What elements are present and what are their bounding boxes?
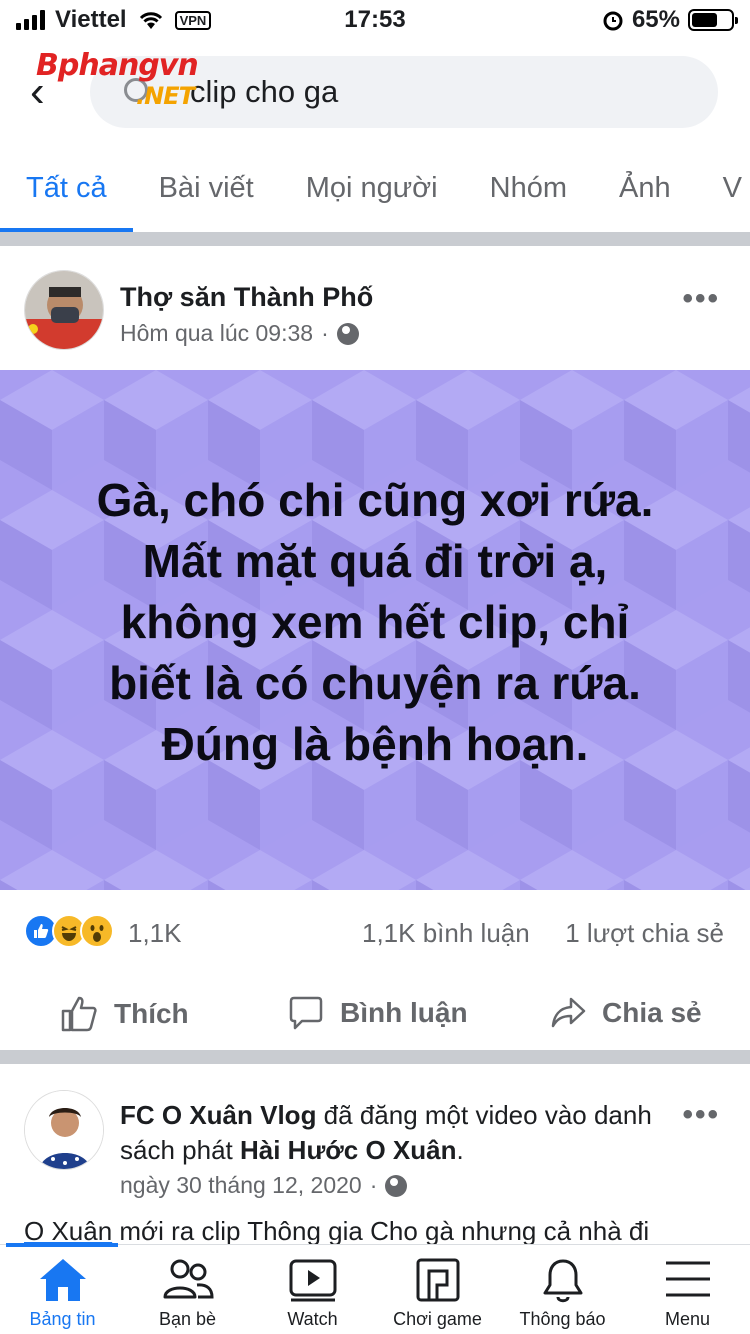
- wow-reaction-icon: [80, 914, 114, 948]
- reaction-summary: 1,1K 1,1K bình luận 1 lượt chia sẻ: [24, 912, 724, 954]
- nav-friends[interactable]: Bạn bè: [125, 1245, 250, 1334]
- gaming-icon: [416, 1258, 459, 1302]
- mention-link[interactable]: O Xuân: [24, 1216, 112, 1246]
- card-line: Đúng là bệnh hoạn.: [161, 718, 589, 770]
- tab-posts[interactable]: Bài viết: [133, 150, 280, 232]
- battery-percent: 65%: [631, 6, 680, 33]
- post-card-text: Gà, chó chi cũng xơi rứa. Mất mặt quá đi…: [0, 470, 750, 775]
- comment-count[interactable]: 1,1K bình luận: [362, 918, 530, 949]
- post-author[interactable]: FC O Xuân Vlog: [120, 1100, 316, 1130]
- tab-people[interactable]: Mọi người: [280, 150, 464, 232]
- post-body: O Xuân mới ra clip Thông gia Cho gà nhưn…: [24, 1216, 650, 1246]
- card-line: biết là có chuyện ra rứa.: [109, 657, 641, 709]
- like-label: Thích: [114, 998, 189, 1029]
- nav-watch[interactable]: Watch: [250, 1245, 375, 1334]
- search-query[interactable]: clip cho ga: [190, 74, 338, 110]
- nav-gaming[interactable]: Chơi game: [375, 1245, 500, 1334]
- nav-notifications[interactable]: Thông báo: [500, 1245, 625, 1334]
- battery-icon: [688, 9, 738, 31]
- post-meta: Hôm qua lúc 09:38 ·: [120, 320, 359, 347]
- avatar[interactable]: [24, 1090, 104, 1170]
- tab-all[interactable]: Tất cả: [0, 150, 133, 232]
- share-icon: [551, 997, 586, 1028]
- nav-news-feed[interactable]: Bảng tin: [0, 1243, 125, 1334]
- tab-photos[interactable]: Ảnh: [593, 150, 697, 232]
- comment-button[interactable]: Bình luận: [288, 995, 468, 1031]
- status-bar: Viettel VPN 17:53 65%: [0, 0, 750, 40]
- globe-icon: [385, 1174, 408, 1197]
- nav-menu[interactable]: Menu: [625, 1245, 750, 1334]
- section-divider: [0, 1050, 750, 1064]
- thumbs-up-icon: [61, 996, 97, 1032]
- comment-icon: [289, 996, 323, 1030]
- tab-groups[interactable]: Nhóm: [464, 150, 593, 232]
- tab-videos[interactable]: V: [697, 150, 750, 232]
- post-author[interactable]: Thợ săn Thành Phố: [120, 282, 373, 313]
- watermark-logo: Bphangvn .NET: [36, 48, 199, 110]
- share-button[interactable]: Chia sẻ: [550, 995, 702, 1031]
- post2-header-text: FC O Xuân Vlog đã đăng một video vào dan…: [120, 1100, 652, 1165]
- like-button[interactable]: Thích: [60, 995, 189, 1033]
- post-text-card[interactable]: Gà, chó chi cũng xơi rứa. Mất mặt quá đi…: [0, 370, 750, 890]
- share-label: Chia sẻ: [602, 997, 702, 1028]
- search-tabs: Tất cả Bài viết Mọi người Nhóm Ảnh V: [0, 150, 750, 232]
- reaction-count[interactable]: 1,1K: [128, 918, 182, 949]
- share-count[interactable]: 1 lượt chia sẻ: [565, 918, 724, 949]
- post-meta: ngày 30 tháng 12, 2020 ·: [120, 1172, 408, 1199]
- avatar[interactable]: [24, 270, 104, 350]
- card-line: Mất mặt quá đi trời ạ,: [142, 535, 608, 587]
- menu-icon: [665, 1261, 710, 1297]
- playlist-link[interactable]: Hài Hước O Xuân: [240, 1135, 456, 1165]
- section-divider: [0, 232, 750, 246]
- more-options-icon[interactable]: •••: [682, 1098, 720, 1132]
- card-line: Gà, chó chi cũng xơi rứa.: [96, 474, 654, 526]
- bottom-navigation: Bảng tin Bạn bè Watch Chơi game Thông bá…: [0, 1243, 750, 1334]
- globe-icon: [336, 322, 359, 345]
- post-time[interactable]: ngày 30 tháng 12, 2020: [120, 1172, 362, 1199]
- post-time[interactable]: Hôm qua lúc 09:38: [120, 320, 313, 347]
- more-options-icon[interactable]: •••: [682, 282, 720, 316]
- home-icon: [39, 1259, 86, 1301]
- reaction-icons[interactable]: [24, 914, 114, 948]
- comment-label: Bình luận: [340, 997, 468, 1028]
- watch-icon: [289, 1259, 336, 1302]
- alarm-icon: [603, 11, 623, 31]
- post-actions: Thích Bình luận Chia sẻ: [0, 985, 750, 1045]
- friends-icon: [163, 1259, 214, 1299]
- bell-icon: [543, 1259, 582, 1303]
- card-line: không xem hết clip, chỉ: [120, 596, 630, 648]
